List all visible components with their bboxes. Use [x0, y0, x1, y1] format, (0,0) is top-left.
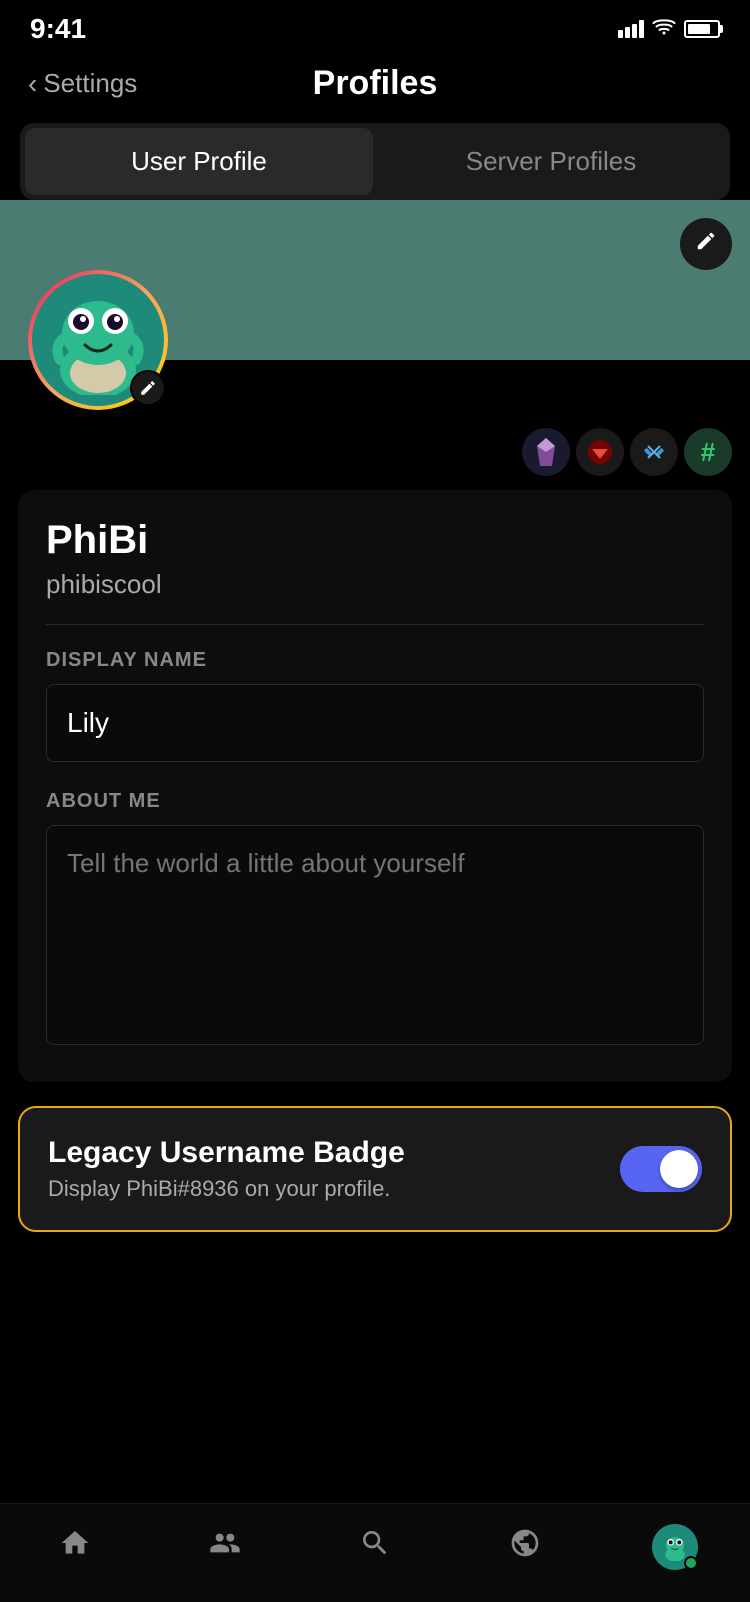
badge-crystal: [522, 428, 570, 476]
legacy-badge-card: Legacy Username Badge Display PhiBi#8936…: [18, 1106, 732, 1232]
profile-card: PhiBi phibiscool DISPLAY NAME ABOUT ME: [18, 490, 732, 1082]
display-name-label: DISPLAY NAME: [46, 649, 704, 672]
bottom-nav-profile[interactable]: [640, 1522, 710, 1572]
display-name-input[interactable]: [46, 684, 704, 762]
badge-tools: [630, 428, 678, 476]
back-button[interactable]: ‹ Settings: [28, 68, 137, 100]
badge-hashtag: #: [684, 428, 732, 476]
online-status-dot: [684, 1556, 698, 1570]
tab-user-profile[interactable]: User Profile: [25, 128, 373, 195]
tab-user-profile-label: User Profile: [131, 146, 267, 176]
avatar-container: [28, 270, 168, 410]
legacy-badge-text-container: Legacy Username Badge Display PhiBi#8936…: [48, 1136, 405, 1202]
status-time: 9:41: [30, 13, 86, 45]
about-me-label: ABOUT ME: [46, 790, 704, 813]
downvote-badge-icon: [587, 439, 613, 465]
battery-icon: [684, 20, 720, 38]
status-icons: [618, 17, 720, 41]
pencil-icon: [695, 230, 717, 258]
nav-bar: ‹ Settings Profiles: [0, 54, 750, 123]
bottom-nav-home[interactable]: [40, 1522, 110, 1572]
edit-banner-button[interactable]: [680, 218, 732, 270]
battery-fill: [688, 24, 710, 34]
discover-icon: [509, 1527, 541, 1567]
bottom-nav-discover[interactable]: [490, 1522, 560, 1572]
back-label: Settings: [43, 68, 137, 99]
signal-bars-icon: [618, 20, 644, 38]
tools-badge-icon: [641, 439, 667, 465]
hashtag-text: #: [701, 437, 715, 468]
search-icon: [359, 1527, 391, 1567]
profile-divider: [46, 624, 704, 625]
bottom-nav: [0, 1503, 750, 1602]
profile-username: phibiscool: [46, 569, 704, 600]
page-title: Profiles: [313, 64, 438, 103]
profile-banner[interactable]: [0, 200, 750, 360]
tab-switcher: User Profile Server Profiles: [20, 123, 730, 200]
badges-row: #: [0, 416, 750, 490]
profile-nav-frog-icon: [661, 1533, 689, 1561]
home-icon: [59, 1527, 91, 1567]
legacy-badge-toggle[interactable]: [620, 1146, 702, 1192]
status-bar: 9:41: [0, 0, 750, 54]
pencil-small-icon: [139, 379, 157, 397]
profile-banner-section: #: [0, 200, 750, 490]
back-chevron-icon: ‹: [28, 68, 37, 100]
badge-downvote: [576, 428, 624, 476]
bottom-nav-search[interactable]: [340, 1522, 410, 1572]
crystal-badge-icon: [535, 438, 557, 466]
profile-display-name: PhiBi: [46, 518, 704, 563]
legacy-badge-subtitle: Display PhiBi#8936 on your profile.: [48, 1176, 405, 1202]
profile-nav-avatar: [652, 1524, 698, 1570]
legacy-badge-title: Legacy Username Badge: [48, 1136, 405, 1170]
tab-server-profiles-label: Server Profiles: [466, 146, 637, 176]
bottom-nav-friends[interactable]: [190, 1522, 260, 1572]
friends-icon: [209, 1527, 241, 1567]
avatar-edit-button[interactable]: [130, 370, 166, 406]
tab-server-profiles[interactable]: Server Profiles: [377, 128, 725, 195]
wifi-icon: [652, 17, 676, 41]
toggle-knob: [660, 1150, 698, 1188]
about-me-textarea[interactable]: [46, 825, 704, 1045]
